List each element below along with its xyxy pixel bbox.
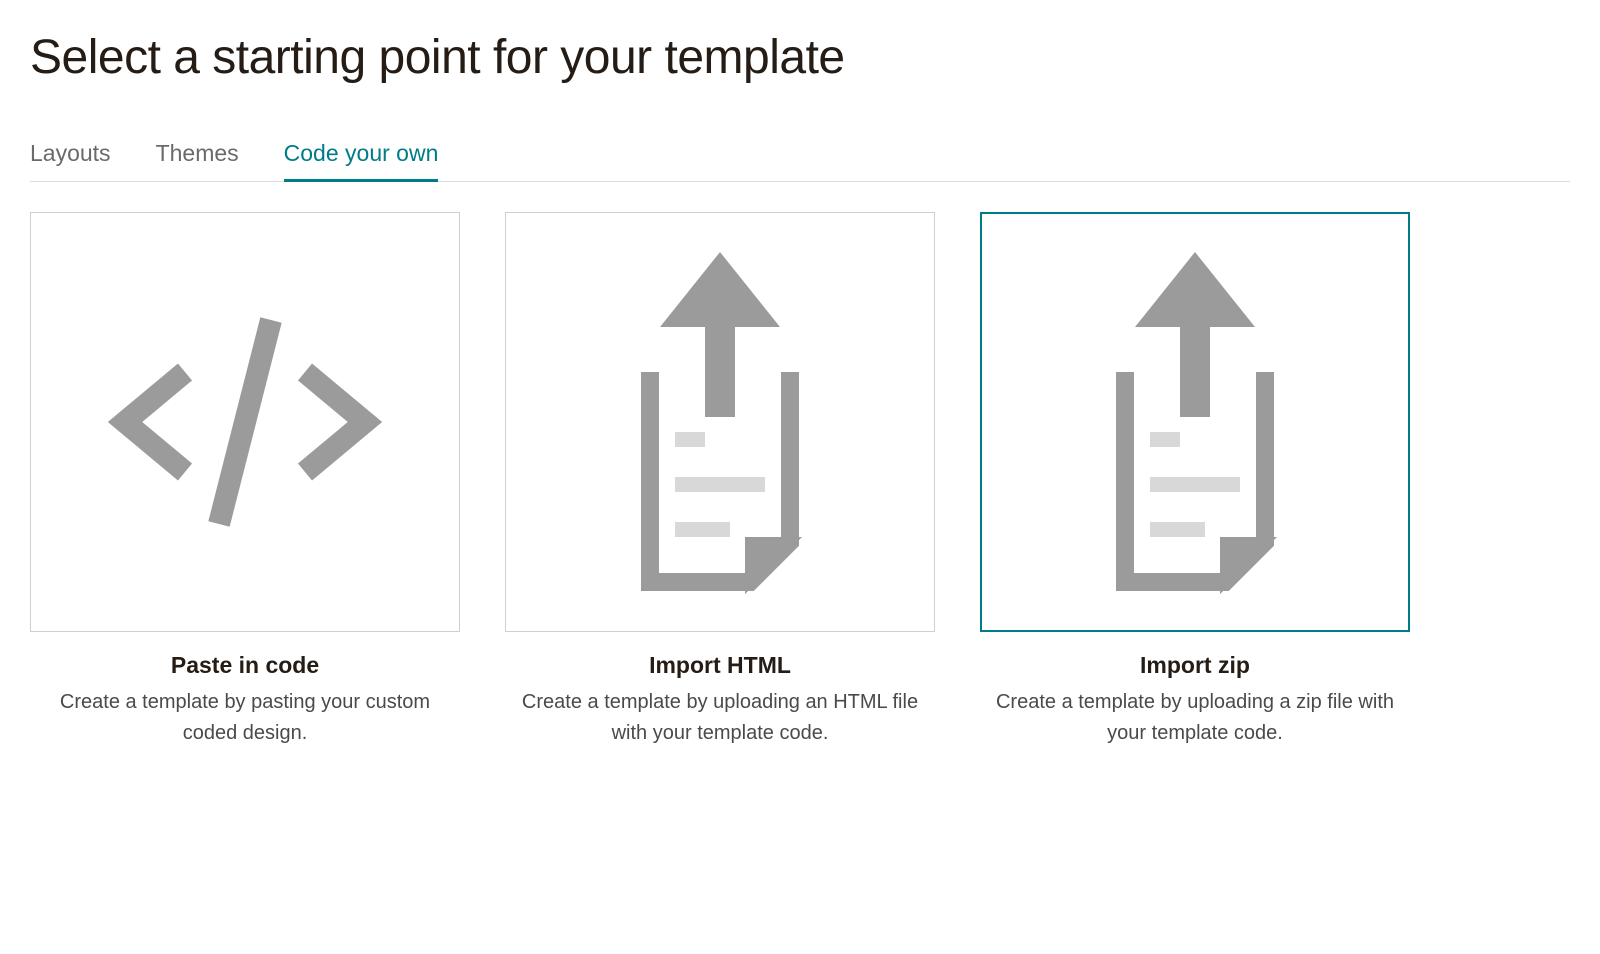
card-title: Import zip xyxy=(980,652,1410,679)
card-box xyxy=(30,212,460,632)
cards-container: Paste in code Create a template by pasti… xyxy=(30,212,1570,749)
card-import-html[interactable]: Import HTML Create a template by uploadi… xyxy=(505,212,935,749)
card-description: Create a template by uploading an HTML f… xyxy=(505,687,935,749)
upload-document-icon xyxy=(1075,242,1315,602)
tab-code-your-own[interactable]: Code your own xyxy=(284,140,439,181)
code-brackets-icon xyxy=(95,302,395,542)
tab-themes[interactable]: Themes xyxy=(156,140,239,181)
card-title: Import HTML xyxy=(505,652,935,679)
tabs-container: Layouts Themes Code your own xyxy=(30,140,1570,182)
card-description: Create a template by pasting your custom… xyxy=(30,687,460,749)
tab-layouts[interactable]: Layouts xyxy=(30,140,111,181)
page-title: Select a starting point for your templat… xyxy=(30,30,1570,85)
card-box xyxy=(980,212,1410,632)
card-title: Paste in code xyxy=(30,652,460,679)
card-box xyxy=(505,212,935,632)
card-paste-in-code[interactable]: Paste in code Create a template by pasti… xyxy=(30,212,460,749)
card-description: Create a template by uploading a zip fil… xyxy=(980,687,1410,749)
upload-document-icon xyxy=(600,242,840,602)
card-import-zip[interactable]: Import zip Create a template by uploadin… xyxy=(980,212,1410,749)
